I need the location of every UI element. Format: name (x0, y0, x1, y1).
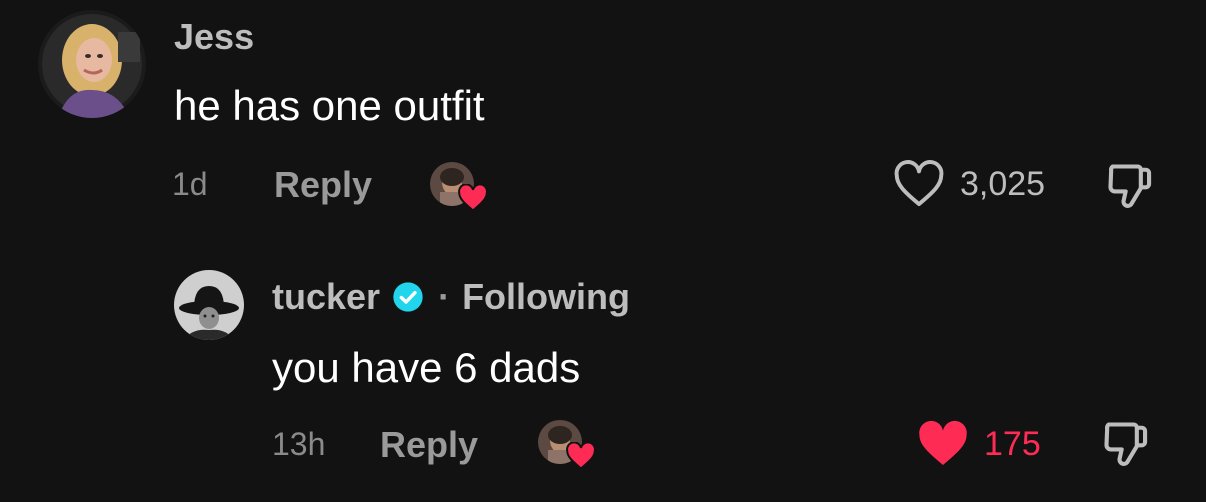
commenter-avatar[interactable] (38, 10, 146, 118)
mini-heart-icon (566, 442, 596, 470)
username-label: tucker (272, 276, 381, 317)
like-count: 175 (984, 424, 1041, 463)
creator-liked-badge (538, 420, 596, 472)
reply-item: tucker · Following you have 6 dads 13h R… (0, 240, 1206, 502)
comment-item: Jess he has one outfit 1d Reply 3,025 (0, 0, 1206, 240)
comment-timestamp: 1d (172, 166, 208, 202)
reply-button[interactable]: Reply (380, 424, 478, 466)
creator-liked-badge (430, 162, 488, 214)
user-photo-avatar-icon (38, 10, 146, 118)
mini-heart-icon (458, 184, 488, 212)
heart-outline-icon (894, 160, 944, 207)
separator-dot: · (438, 276, 451, 317)
reply-timestamp: 13h (272, 426, 326, 462)
thumbs-down-icon[interactable] (1104, 160, 1156, 212)
like-count: 3,025 (960, 164, 1046, 203)
verified-badge-icon (393, 282, 423, 312)
following-label[interactable]: Following (462, 276, 630, 318)
heart-filled-icon (919, 420, 967, 465)
like-button[interactable]: 3,025 (892, 160, 1045, 208)
thumbs-down-icon[interactable] (1100, 418, 1152, 470)
reply-button[interactable]: Reply (274, 164, 372, 206)
cowboy-hat-avatar-icon (174, 270, 244, 340)
comment-text: he has one outfit (174, 82, 485, 129)
username-label: Jess (174, 16, 255, 57)
comment-username[interactable]: Jess (174, 16, 254, 58)
reply-text: you have 6 dads (272, 344, 581, 391)
reply-username[interactable]: tucker · Following (272, 276, 630, 318)
reply-avatar[interactable] (174, 270, 244, 340)
like-button[interactable]: 175 (916, 420, 1041, 468)
